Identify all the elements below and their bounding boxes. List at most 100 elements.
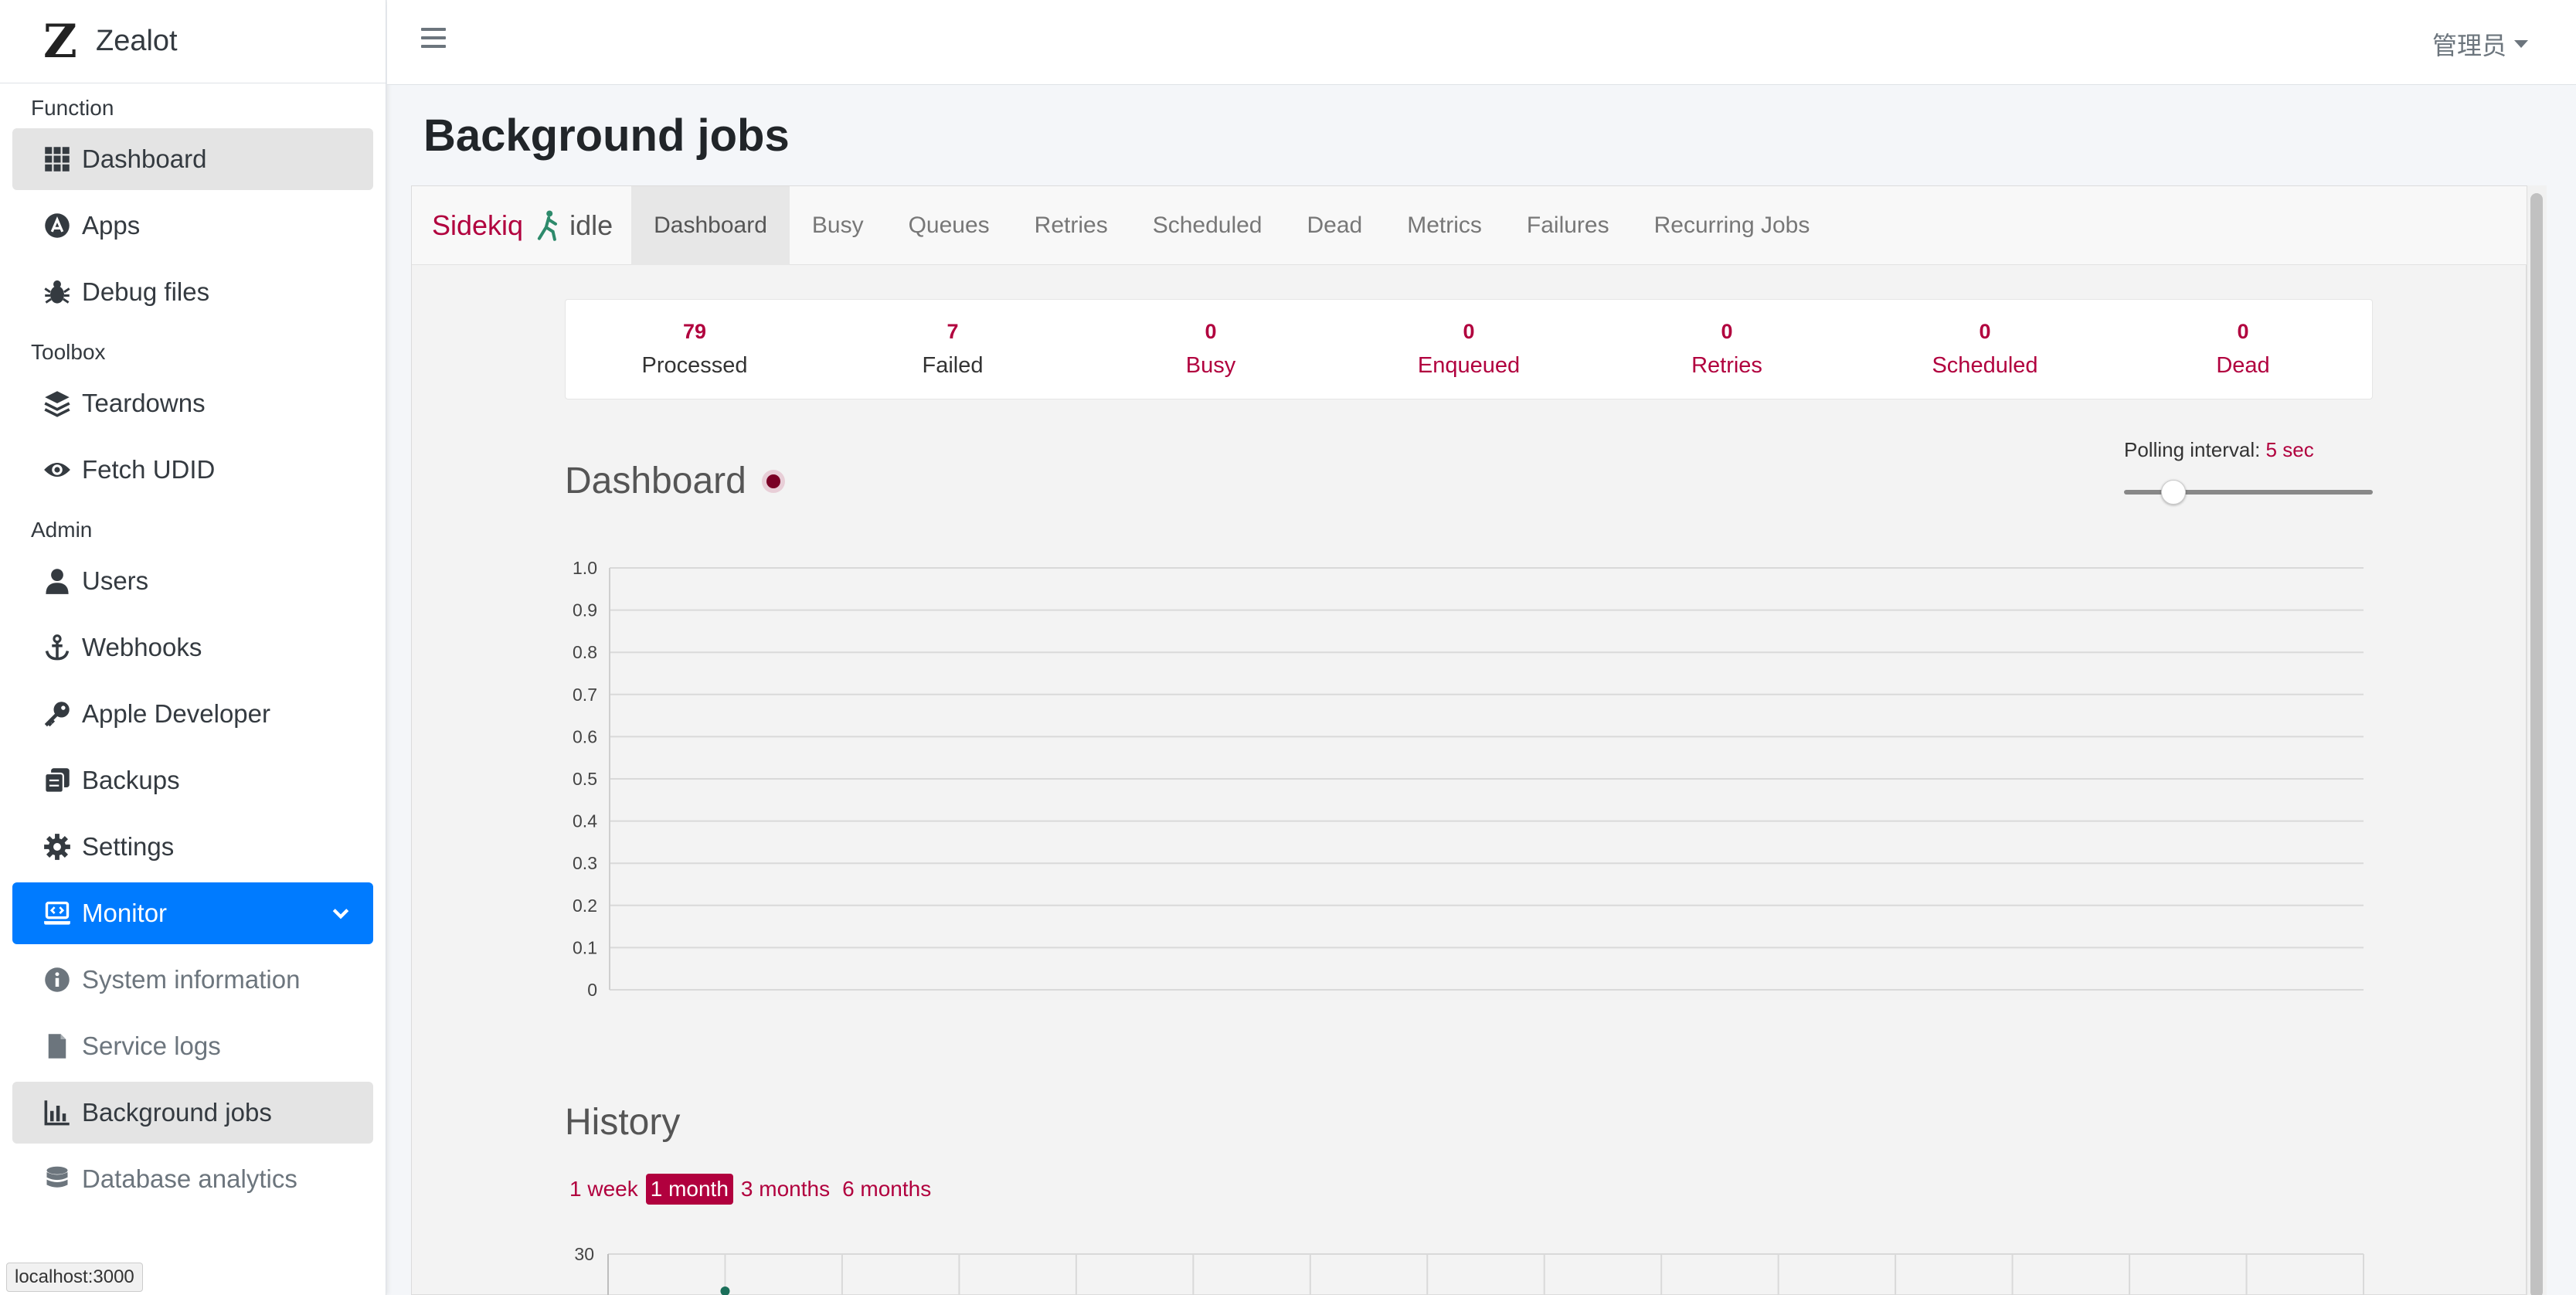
stat-label: Retries	[1691, 353, 1762, 378]
sidebar-item-backups[interactable]: Backups	[12, 749, 373, 811]
polling-slider[interactable]	[2124, 477, 2373, 508]
sidebar-item-webhooks[interactable]: Webhooks	[12, 617, 373, 678]
sidebar-item-service-logs[interactable]: Service logs	[12, 1015, 373, 1077]
tab-queues[interactable]: Queues	[886, 186, 1012, 265]
range-6-months[interactable]: 6 months	[838, 1174, 936, 1205]
stat-retries[interactable]: 0 Retries	[1598, 300, 1856, 399]
y-tick-label: 0.8	[573, 642, 597, 662]
sidebar-item-label: Dashboard	[82, 144, 207, 173]
y-tick-label: 0.3	[573, 853, 597, 873]
nav-header-function: Function	[31, 96, 114, 120]
frame-scrollbar[interactable]	[2527, 185, 2547, 1295]
stat-value: 7	[946, 320, 959, 343]
sidebar-item-label: Debug files	[82, 277, 210, 306]
sidekiq-brand[interactable]: Sidekiq idle	[412, 186, 631, 265]
sidebar-item-label: Apps	[82, 211, 141, 240]
slider-thumb[interactable]	[2161, 480, 2186, 505]
range-3-months[interactable]: 3 months	[736, 1174, 834, 1205]
zealot-logo-icon: Z	[43, 14, 77, 69]
bug-icon	[42, 277, 73, 308]
stat-failed[interactable]: 7 Failed	[824, 300, 1082, 399]
stat-label: Dead	[2216, 353, 2270, 378]
nav-header-admin: Admin	[31, 518, 93, 542]
sidebar-item-label: Teardowns	[82, 389, 206, 417]
polling-interval: Polling interval: 5 sec	[2124, 438, 2314, 462]
y-tick-label: 0.7	[573, 685, 597, 705]
tab-retries[interactable]: Retries	[1012, 186, 1130, 265]
y-tick-label: 0	[587, 980, 597, 1000]
sidebar-item-label: Background jobs	[82, 1098, 272, 1127]
tab-metrics[interactable]: Metrics	[1385, 186, 1504, 265]
y-tick-label: 1.0	[573, 558, 597, 578]
sidebar-item-label: Fetch UDID	[82, 455, 216, 484]
nav-header-toolbox: Toolbox	[31, 340, 106, 364]
sidebar-item-monitor[interactable]: Monitor	[12, 882, 373, 944]
range-1-week[interactable]: 1 week	[565, 1174, 643, 1205]
polling-label: Polling interval:	[2124, 438, 2261, 461]
sidebar-item-system-information[interactable]: System information	[12, 949, 373, 1011]
brand[interactable]: Z Zealot	[0, 0, 386, 83]
stat-busy[interactable]: 0 Busy	[1082, 300, 1340, 399]
tab-busy[interactable]: Busy	[790, 186, 886, 265]
sidebar-item-label: Database analytics	[82, 1164, 297, 1193]
sidebar-item-database-analytics[interactable]: Database analytics	[12, 1148, 373, 1210]
tab-failures[interactable]: Failures	[1504, 186, 1632, 265]
tab-scheduled[interactable]: Scheduled	[1130, 186, 1285, 265]
stat-value: 0	[1463, 320, 1475, 343]
chevron-down-icon	[332, 909, 349, 919]
history-title: History	[565, 1102, 681, 1143]
status-bar-url: localhost:3000	[6, 1263, 143, 1292]
stat-label: Busy	[1185, 353, 1236, 378]
grid-icon	[42, 144, 73, 175]
sidebar-item-label: Apple Developer	[82, 699, 270, 728]
realtime-chart-svg: 1.0 0.9 0.8 0.7 0.6 0.5 0.4 0.3 0.2 0.1 0	[573, 558, 2364, 1000]
stat-enqueued[interactable]: 0 Enqueued	[1340, 300, 1598, 399]
live-beacon-icon	[766, 474, 780, 488]
y-tick-label: 0.1	[573, 937, 597, 957]
sidebar-item-fetch-udid[interactable]: Fetch UDID	[12, 439, 373, 501]
page-title: Background jobs	[423, 110, 790, 161]
y-tick-label: 0.5	[573, 769, 597, 789]
brand-name: Zealot	[96, 25, 178, 57]
sidebar-item-settings[interactable]: Settings	[12, 816, 373, 878]
scrollbar-thumb[interactable]	[2530, 193, 2543, 1295]
y-tick-label: 0.4	[573, 811, 597, 831]
stat-label: Processed	[641, 353, 748, 378]
stat-scheduled[interactable]: 0 Scheduled	[1856, 300, 2114, 399]
tab-dead[interactable]: Dead	[1285, 186, 1385, 265]
layers-icon	[42, 388, 73, 419]
sidebar-item-label: Settings	[82, 832, 175, 861]
sidebar-item-background-jobs[interactable]: Background jobs	[12, 1082, 373, 1144]
dashboard-title: Dashboard	[565, 461, 746, 501]
sidebar-item-apps[interactable]: Apps	[12, 195, 373, 257]
sidebar-item-dashboard[interactable]: Dashboard	[12, 128, 373, 190]
user-menu[interactable]: 管理员	[2432, 26, 2528, 62]
topbar: 管理员	[387, 0, 2576, 85]
polling-value: 5 sec	[2265, 438, 2314, 461]
tab-recurring-jobs[interactable]: Recurring Jobs	[1632, 186, 1833, 265]
stat-processed[interactable]: 79 Processed	[566, 300, 824, 399]
sidekiq-state: idle	[569, 209, 613, 241]
sidebar-item-debug-files[interactable]: Debug files	[12, 261, 373, 323]
sidebar-item-teardowns[interactable]: Teardowns	[12, 372, 373, 434]
sidekiq-navbar: Sidekiq idle Dashboard Busy Queues Retri…	[412, 185, 2527, 265]
runner-status-icon	[537, 209, 558, 241]
y-tick-label: 0.2	[573, 896, 597, 916]
range-1-month[interactable]: 1 month	[645, 1174, 733, 1205]
stat-dead[interactable]: 0 Dead	[2114, 300, 2372, 399]
sidebar-item-label: Backups	[82, 766, 180, 794]
tab-dashboard[interactable]: Dashboard	[631, 185, 790, 265]
sidebar-item-users[interactable]: Users	[12, 550, 373, 612]
stat-label: Scheduled	[1932, 353, 2038, 378]
stat-value: 79	[682, 320, 707, 343]
sidebar-item-label: Monitor	[82, 899, 168, 927]
stat-label: Failed	[922, 353, 984, 378]
sidebar-item-apple-developer[interactable]: Apple Developer	[12, 683, 373, 745]
sidebar-item-label: Users	[82, 566, 149, 595]
key-icon	[42, 698, 73, 729]
laptop-code-icon	[42, 898, 73, 929]
history-chart: 30	[565, 1237, 2373, 1295]
hamburger-menu-icon[interactable]	[421, 28, 446, 51]
bar-chart-icon	[42, 1097, 73, 1128]
stat-value: 0	[1979, 320, 1991, 343]
